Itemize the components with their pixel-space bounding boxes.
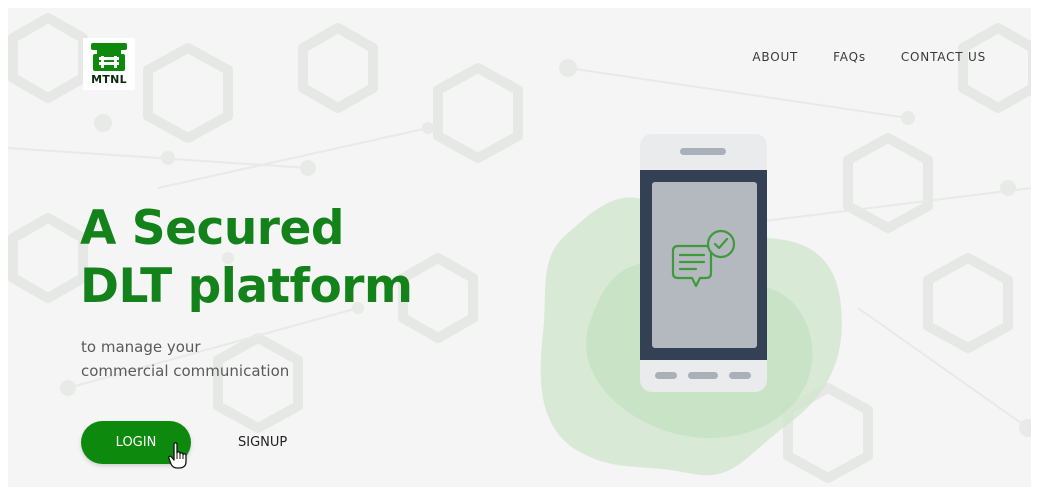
nav-contact-us[interactable]: CONTACT US: [901, 50, 986, 64]
mtnl-logo[interactable]: MTNL: [83, 38, 135, 90]
hand-pointer-cursor-icon: [168, 442, 187, 469]
nav-faqs[interactable]: FAQs: [833, 50, 866, 64]
hero-subtitle-line2: commercial communication: [81, 362, 290, 380]
landing-page: MTNL ABOUT FAQs CONTACT US A Secured DLT…: [8, 8, 1031, 487]
telephone-logo-icon: [91, 43, 127, 71]
phone-illustration: [540, 134, 842, 476]
hero-title-line2: DLT platform: [80, 259, 413, 314]
hero-subtitle: to manage your commercial communication: [81, 335, 289, 383]
phone-screen: [652, 182, 757, 348]
signup-button[interactable]: SIGNUP: [230, 421, 295, 464]
nav-about[interactable]: ABOUT: [752, 50, 798, 64]
top-nav: ABOUT FAQs CONTACT US: [752, 50, 986, 64]
brand-name: MTNL: [91, 73, 127, 86]
hero-title: A Secured DLT platform: [80, 200, 413, 316]
hero-title-line1: A Secured: [80, 201, 344, 256]
hero-subtitle-line1: to manage your: [81, 338, 201, 356]
